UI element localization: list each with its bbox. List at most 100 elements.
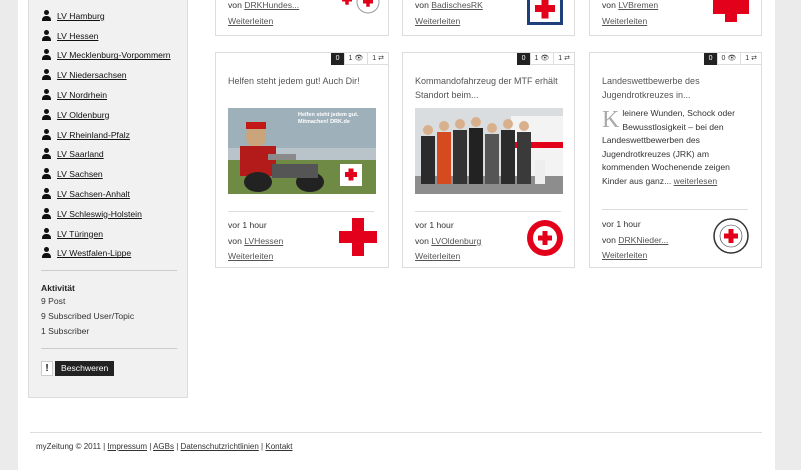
view-count: 1 [348,55,353,62]
footer-separator: | [149,442,152,451]
sidebar-item-lv-sachsen[interactable]: LV Sachsen [57,169,103,179]
sidebar-item-lv-schleswig-holstein[interactable]: LV Schleswig-Holstein [57,209,142,219]
card-source: von DRKNieder... [602,235,668,245]
share-count: 1 [745,55,750,62]
sidebar-item-lv-oldenburg[interactable]: LV Oldenburg [57,110,109,120]
source-prefix: von [602,0,616,10]
list-item: LV Schleswig-Holstein [41,204,171,224]
forward-link[interactable]: Weiterleiten [228,251,273,261]
card-stats: 0 0 👁︎ 1 ⇄ [703,53,761,65]
source-prefix: von [228,236,242,246]
forward-link[interactable]: Weiterleiten [602,16,647,26]
share-count: 1 [558,55,563,62]
drk-emblem-icon [713,218,749,254]
list-item: LV Türingen [41,224,171,244]
news-card-top: von LVBremen Weiterleiten [589,0,762,36]
user-icon [41,89,52,101]
comment-count: 0 [330,53,344,65]
forward-link[interactable]: Weiterleiten [228,16,273,26]
sidebar-item-lv-westfalen-lippe[interactable]: LV Westfalen-Lippe [57,248,131,258]
user-icon [41,9,52,22]
news-card-top: von DRKHundes... Weiterleiten [215,0,389,36]
user-icon [41,207,52,220]
footer-link-impressum[interactable]: Impressum [107,442,147,451]
sidebar-item-lv-nordrhein[interactable]: LV Nordrhein [57,90,107,100]
footer-link-datenschutz[interactable]: Datenschutzrichtlinien [181,442,259,451]
list-item: LV Westfalen-Lippe [41,244,171,264]
user-icon [41,227,52,240]
group-photo [415,108,563,194]
card-time: vor 1 hour [602,219,641,229]
source-link[interactable]: DRKNieder... [618,235,668,245]
sidebar-item-lv-hamburg[interactable]: LV Hamburg [57,11,105,21]
list-item: LV Nordrhein [41,85,171,105]
card-title[interactable]: Kommandofahrzeug der MTF erhält Standort… [415,74,565,102]
share-icon: ⇄ [378,55,384,62]
footer-divider [30,432,762,433]
eye-icon: 👁︎ [727,55,737,62]
card-image-biker[interactable]: Helfen steht jedem gut. Mitmachen! DRK.d… [228,108,376,194]
share-count-badge: 1 ⇄ [553,53,574,65]
sidebar-item-lv-mecklenburg-vorpommern[interactable]: LV Mecklenburg-Vorpommern [57,50,171,60]
read-more-link[interactable]: weiterlesen [674,176,717,186]
card-source: von LVBremen [602,0,658,10]
source-prefix: von [415,0,429,10]
red-cross-logo-icon [713,0,749,22]
jrk-logo-icon [527,220,563,256]
card-divider [228,211,374,212]
share-count-badge: 1 ⇄ [740,53,761,65]
sidebar-item-lv-sachsen-anhalt[interactable]: LV Sachsen-Anhalt [57,189,130,199]
complain-button[interactable]: Beschweren [55,361,115,376]
footer-link-kontakt[interactable]: Kontakt [265,442,292,451]
view-count-badge: 0 👁︎ [716,53,741,65]
share-count-badge: 1 ⇄ [367,53,388,65]
news-card: 0 1 👁︎ 1 ⇄ Helfen steht jedem gut! Auch … [215,52,389,268]
card-time: vor 1 hour [415,220,454,230]
source-prefix: von [228,0,242,10]
user-icon [41,128,52,141]
list-item: LV Sachsen [41,164,171,184]
sidebar-item-lv-niedersachsen[interactable]: LV Niedersachsen [57,70,127,80]
news-card: 0 1 👁︎ 1 ⇄ Kommandofahrzeug der MTF erhä… [402,52,575,268]
card-divider [415,211,561,212]
source-link[interactable]: LVBremen [618,0,658,10]
forward-link[interactable]: Weiterleiten [602,250,647,260]
card-divider [602,209,748,210]
footer-copyright: myZeitung © 2011 | [36,442,106,451]
view-count: 1 [534,55,539,62]
card-excerpt: Kleinere Wunden, Schock oder Bewusstlosi… [602,107,750,188]
source-link[interactable]: BadischesRK [431,0,483,10]
user-icon [41,69,52,81]
sidebar-divider [41,270,177,271]
excerpt-dropcap: K [602,107,620,133]
card-image-group[interactable] [415,108,563,194]
sidebar-item-lv-saarland[interactable]: LV Saarland [57,149,104,159]
source-link[interactable]: LVHessen [244,236,283,246]
complain-control: ! Beschweren [41,361,115,376]
card-title[interactable]: Helfen steht jedem gut! Auch Dir! [228,74,378,88]
sidebar-item-lv-hessen[interactable]: LV Hessen [57,31,98,41]
user-icon [41,49,52,61]
footer-link-agbs[interactable]: AGBs [153,442,174,451]
source-link[interactable]: LVOldenburg [431,236,481,246]
comment-count: 0 [516,53,530,65]
list-item: LV Niedersachsen [41,65,171,85]
list-item: LV Hamburg [41,6,171,26]
forward-link[interactable]: Weiterleiten [415,16,460,26]
card-source: von BadischesRK [415,0,483,10]
sidebar-item-lv-rheinland-pfalz[interactable]: LV Rheinland-Pfalz [57,130,130,140]
activity-subscriber: 1 Subscriber [41,326,90,336]
list-item: LV Hessen [41,26,171,46]
user-icon [41,148,52,160]
list-item: LV Sachsen-Anhalt [41,184,171,204]
sidebar-item-lv-turingen[interactable]: LV Türingen [57,229,103,239]
view-count-badge: 1 👁︎ [529,53,554,65]
card-stats: 0 1 👁︎ 1 ⇄ [516,53,574,65]
card-source: von DRKHundes... [228,0,299,10]
image-caption: Helfen steht jedem gut. Mitmachen! DRK.d… [298,112,359,125]
forward-link[interactable]: Weiterleiten [415,251,460,261]
card-title[interactable]: Landeswettbewerbe des Jugendrotkreuzes i… [602,74,752,102]
eye-icon: 👁︎ [354,55,364,62]
card-source: von LVOldenburg [415,236,481,246]
source-link[interactable]: DRKHundes... [244,0,299,10]
